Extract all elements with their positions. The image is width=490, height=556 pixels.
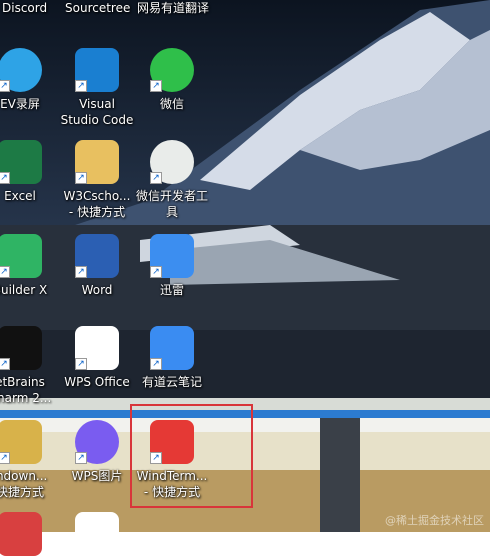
desktop-icon-partial[interactable] — [0, 512, 60, 556]
desktop-label-youdao-translate[interactable]: 网易有道翻译 — [137, 0, 209, 16]
desktop-icon-label: Builder X — [0, 283, 48, 297]
desktop-icon-mindmaster[interactable]: ↗ indown... 快捷方式 — [0, 420, 60, 500]
desktop-label-discord[interactable]: Discord — [2, 0, 47, 16]
desktop-icon-xunlei[interactable]: ↗ 迅雷 — [132, 234, 212, 298]
shortcut-arrow-icon: ↗ — [0, 266, 10, 278]
mindmaster-icon: ↗ — [0, 420, 42, 464]
desktop-icon-wps-picture[interactable]: ↗ WPS图片 — [57, 420, 137, 484]
w3cschool-icon: ↗ — [75, 140, 119, 184]
youdao-note-icon: ↗ — [150, 326, 194, 370]
desktop-icon-label: Visual Studio Code — [60, 97, 134, 127]
word-icon: ↗ — [75, 234, 119, 278]
shortcut-arrow-icon: ↗ — [150, 358, 162, 370]
desktop-icon-ev-recorder[interactable]: ↗ EV录屏 — [0, 48, 60, 112]
shortcut-arrow-icon: ↗ — [0, 172, 10, 184]
app-icon — [0, 512, 42, 556]
watermark: @稀土掘金技术社区 — [385, 514, 484, 527]
shortcut-arrow-icon: ↗ — [150, 172, 162, 184]
desktop-icon-vscode[interactable]: ↗ Visual Studio Code — [57, 48, 137, 128]
desktop-icon-label: Word — [81, 283, 113, 297]
desktop-icon-label: 迅雷 — [159, 283, 184, 297]
desktop-icon-w3cschool[interactable]: ↗ W3Cscho... - 快捷方式 — [57, 140, 137, 220]
shortcut-arrow-icon: ↗ — [150, 80, 162, 92]
desktop-icon-label: indown... 快捷方式 — [0, 469, 48, 499]
shortcut-arrow-icon: ↗ — [75, 452, 87, 464]
xunlei-icon: ↗ — [150, 234, 194, 278]
desktop-icon-label: Excel — [4, 189, 36, 203]
wps-picture-icon: ↗ — [75, 420, 119, 464]
desktop-icon-wps-office[interactable]: ↗ WPS Office — [57, 326, 137, 390]
wechat-icon: ↗ — [150, 48, 194, 92]
desktop-icon-label: WPS图片 — [71, 469, 123, 483]
desktop-icon-wechat-devtools[interactable]: ↗ 微信开发者工 具 — [132, 140, 212, 220]
ev-recorder-icon: ↗ — [0, 48, 42, 92]
shortcut-arrow-icon: ↗ — [0, 452, 10, 464]
desktop-icon-wechat[interactable]: ↗ 微信 — [132, 48, 212, 112]
shortcut-arrow-icon: ↗ — [75, 266, 87, 278]
desktop-icon-pycharm[interactable]: ↗ etBrains Charm 2... — [0, 326, 60, 406]
shortcut-arrow-icon: ↗ — [75, 172, 87, 184]
desktop-icon-youdao-note[interactable]: ↗ 有道云笔记 — [132, 326, 212, 390]
shortcut-arrow-icon: ↗ — [150, 266, 162, 278]
shortcut-arrow-icon: ↗ — [75, 358, 87, 370]
wps-office-icon: ↗ — [75, 326, 119, 370]
desktop-label-sourcetree[interactable]: Sourcetree — [65, 0, 130, 16]
desktop-icon-hbuilderx[interactable]: ↗ Builder X — [0, 234, 60, 298]
desktop-icon-label: 有道云笔记 — [141, 375, 202, 389]
excel-icon: ↗ — [0, 140, 42, 184]
shortcut-arrow-icon: ↗ — [0, 80, 10, 92]
desktop-icon-label: WPS Office — [64, 375, 130, 389]
desktop-icon-label: etBrains Charm 2... — [0, 375, 52, 405]
desktop-icon-label: 微信开发者工 具 — [135, 189, 208, 219]
desktop-icon-excel[interactable]: ↗ Excel — [0, 140, 60, 204]
desktop-icon-label: 微信 — [159, 97, 184, 111]
desktop-icon-partial[interactable] — [57, 512, 137, 556]
desktop-icon-label: W3Cscho... - 快捷方式 — [63, 189, 131, 219]
shortcut-arrow-icon: ↗ — [75, 80, 87, 92]
app-icon — [75, 512, 119, 556]
vscode-icon: ↗ — [75, 48, 119, 92]
desktop-icon-word[interactable]: ↗ Word — [57, 234, 137, 298]
highlight-box — [130, 404, 253, 508]
hbuilderx-icon: ↗ — [0, 234, 42, 278]
pycharm-icon: ↗ — [0, 326, 42, 370]
desktop-icon-label: EV录屏 — [0, 97, 40, 111]
wechat-devtools-icon: ↗ — [150, 140, 194, 184]
shortcut-arrow-icon: ↗ — [0, 358, 10, 370]
